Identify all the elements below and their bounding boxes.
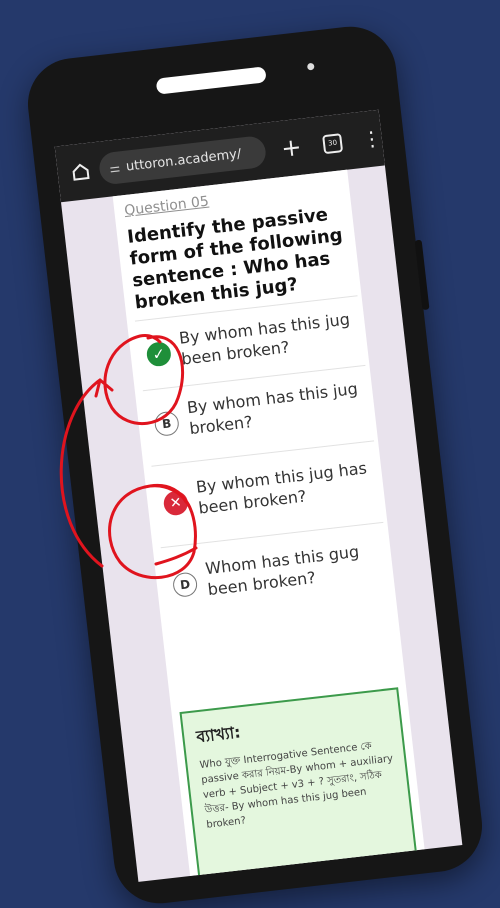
- phone-frame: ⚌ uttoron.academy/ + 30 ⋮ Question 05 Id…: [23, 21, 487, 908]
- option-c-text: By whom this jug has been broken?: [195, 458, 368, 518]
- option-d-letter: D: [171, 571, 199, 598]
- url-text: uttoron.academy/: [125, 146, 242, 175]
- option-b-text: By whom has this jug broken?: [186, 378, 359, 439]
- question-text: Identify the passive form of the followi…: [126, 204, 344, 314]
- tab-count: 30: [327, 138, 338, 148]
- option-b[interactable]: B By whom has this jug broken?: [145, 371, 374, 454]
- explanation-title: ব্যাখ্যা:: [195, 722, 242, 747]
- option-d[interactable]: D Whom has this gug been broken?: [164, 532, 393, 615]
- home-icon[interactable]: [66, 157, 95, 186]
- option-c[interactable]: ✕ By whom this jug has been broken?: [155, 450, 384, 533]
- scene: ⚌ uttoron.academy/ + 30 ⋮ Question 05 Id…: [0, 0, 500, 908]
- option-b-letter: B: [153, 410, 181, 438]
- side-button: [414, 239, 430, 311]
- explanation-box: ব্যাখ্যা: Who যুক্ত Interrogative Senten…: [179, 687, 421, 882]
- tab-switcher-icon[interactable]: 30: [322, 132, 344, 154]
- new-tab-icon[interactable]: +: [280, 133, 303, 163]
- address-bar[interactable]: ⚌ uttoron.academy/: [97, 134, 268, 186]
- option-d-text: Whom has this gug been broken?: [204, 541, 361, 600]
- cross-icon: ✕: [162, 489, 190, 517]
- option-a-text: By whom has this jug been broken?: [178, 309, 351, 369]
- site-settings-icon[interactable]: ⚌: [109, 160, 121, 175]
- quiz-content: Question 05 Identify the passive form of…: [112, 169, 425, 882]
- check-icon: ✓: [145, 340, 173, 368]
- earpiece: [155, 66, 267, 95]
- explanation-body: Who যুক্ত Interrogative Sentence কে pass…: [199, 740, 394, 831]
- phone-screen: ⚌ uttoron.academy/ + 30 ⋮ Question 05 Id…: [54, 109, 463, 882]
- more-menu-icon[interactable]: ⋮: [361, 126, 384, 152]
- front-camera: [306, 62, 315, 71]
- option-a[interactable]: ✓ By whom has this jug been broken?: [138, 301, 367, 384]
- question-number: Question 05: [123, 193, 210, 220]
